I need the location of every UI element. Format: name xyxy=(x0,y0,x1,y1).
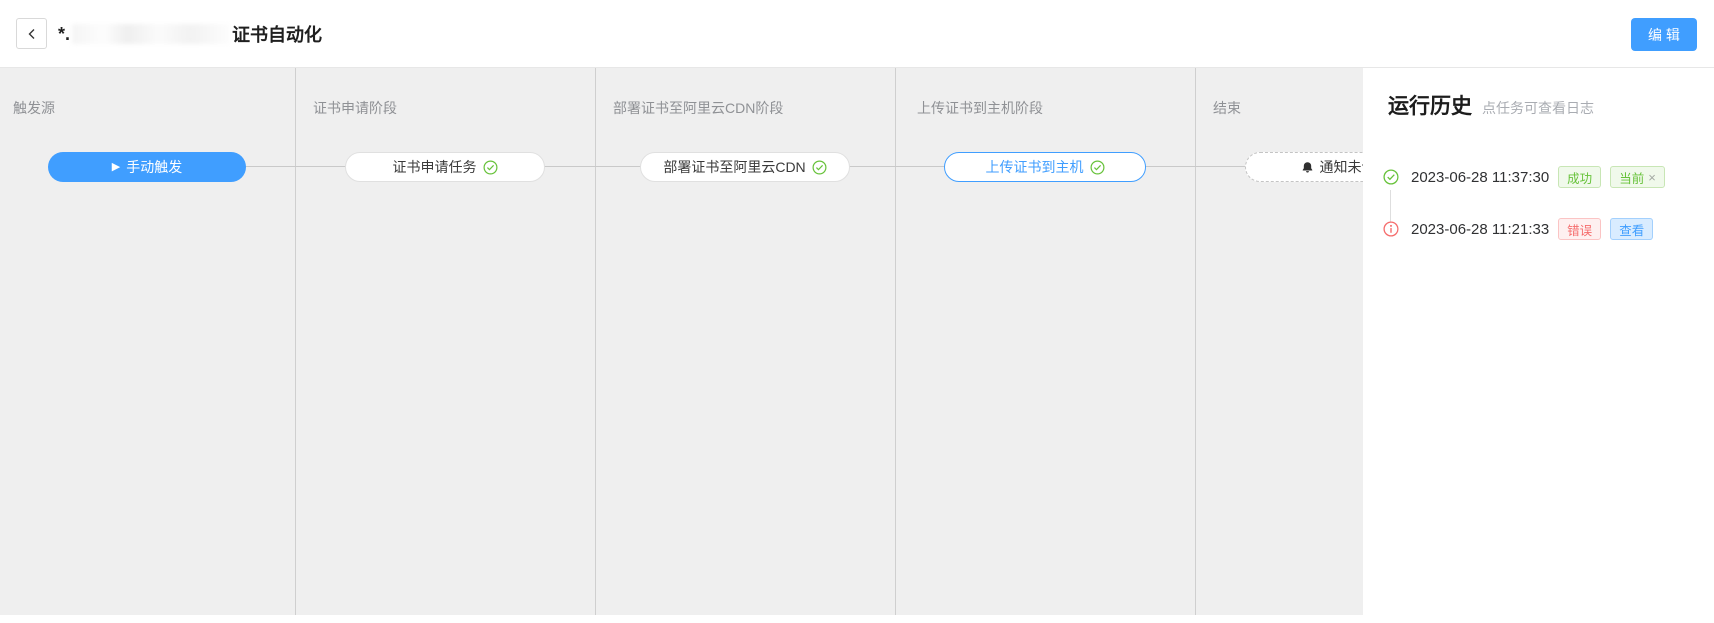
stage-label-cdn: 部署证书至阿里云CDN阶段 xyxy=(613,98,783,118)
page-title-prefix: *. xyxy=(58,24,70,45)
history-entry: 2023-06-28 11:21:33 错误 查看 xyxy=(1383,218,1653,240)
task-node-label: 证书申请任务 xyxy=(393,157,477,177)
stage-divider xyxy=(1195,68,1196,615)
stage-divider xyxy=(595,68,596,615)
back-button[interactable] xyxy=(16,18,47,49)
view-button-label: 查看 xyxy=(1619,220,1644,239)
view-button[interactable]: 查看 xyxy=(1610,218,1653,240)
close-icon[interactable]: × xyxy=(1648,170,1656,185)
panel-title: 运行历史 xyxy=(1388,90,1472,120)
stage-label-host: 上传证书到主机阶段 xyxy=(917,98,1043,118)
stage-label-end: 结束 xyxy=(1213,98,1241,118)
page-title: *. 证书自动化 xyxy=(58,21,322,47)
current-badge-label: 当前 xyxy=(1619,168,1644,187)
status-badge-label: 成功 xyxy=(1567,168,1592,187)
task-node-label: 部署证书至阿里云CDN xyxy=(663,157,805,177)
task-node-label: 手动触发 xyxy=(126,157,182,177)
stage-divider xyxy=(895,68,896,615)
current-badge[interactable]: 当前 × xyxy=(1610,166,1665,188)
redacted-domain xyxy=(72,24,230,44)
stage-label-trigger: 触发源 xyxy=(13,98,55,118)
certificate-automation-page: *. 证书自动化 编 辑 触发源 证书申请阶段 部署证书至阿里云CDN阶段 上传… xyxy=(0,0,1714,623)
history-entry: 2023-06-28 11:37:30 成功 当前 × xyxy=(1383,166,1665,188)
run-history-panel: 运行历史 点任务可查看日志 2023-06-28 11:37:30 成功 当前 … xyxy=(1363,68,1714,623)
stage-divider xyxy=(295,68,296,615)
error-circle-icon xyxy=(1383,221,1399,237)
success-check-icon xyxy=(1090,160,1105,175)
run-timestamp: 2023-06-28 11:37:30 xyxy=(1411,169,1549,186)
task-node-manual-trigger[interactable]: ▶ 手动触发 xyxy=(48,152,246,182)
task-node-deploy-cdn[interactable]: 部署证书至阿里云CDN xyxy=(640,152,850,182)
task-node-label: 上传证书到主机 xyxy=(986,157,1084,177)
task-node-upload-host[interactable]: 上传证书到主机 xyxy=(944,152,1146,182)
success-check-icon xyxy=(483,160,498,175)
status-badge-label: 错误 xyxy=(1567,220,1592,239)
play-icon: ▶ xyxy=(112,162,120,173)
stage-label-apply: 证书申请阶段 xyxy=(313,98,397,118)
run-timestamp: 2023-06-28 11:21:33 xyxy=(1411,221,1549,238)
task-node-cert-request[interactable]: 证书申请任务 xyxy=(345,152,545,182)
panel-hint: 点任务可查看日志 xyxy=(1482,98,1594,118)
success-check-icon xyxy=(812,160,827,175)
chevron-left-icon xyxy=(26,28,38,40)
bell-icon xyxy=(1301,161,1314,174)
page-header: *. 证书自动化 编 辑 xyxy=(0,0,1714,68)
page-title-suffix: 证书自动化 xyxy=(232,21,322,47)
panel-header: 运行历史 点任务可查看日志 xyxy=(1388,90,1594,120)
status-badge-success[interactable]: 成功 xyxy=(1558,166,1601,188)
edit-button[interactable]: 编 辑 xyxy=(1631,18,1697,51)
success-circle-icon xyxy=(1383,169,1399,185)
status-badge-error[interactable]: 错误 xyxy=(1558,218,1601,240)
